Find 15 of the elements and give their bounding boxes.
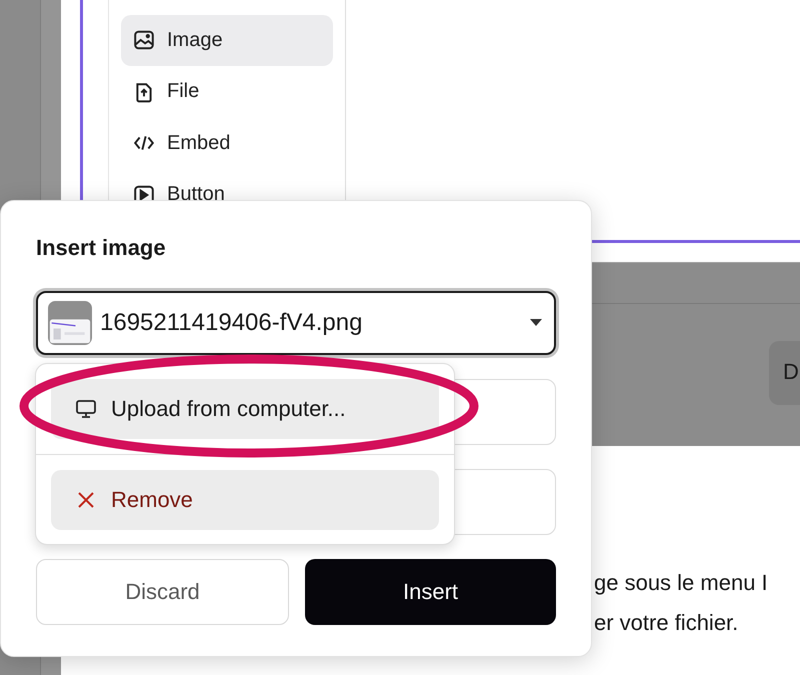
menu-item[interactable]: Embed [121,118,333,168]
file-select[interactable]: 1695211419406-fV4.png [36,291,556,355]
discard-button[interactable]: Discard [36,559,289,625]
image-icon [133,29,155,52]
menu-item[interactable]: File [121,66,333,117]
menu-item[interactable]: Image [121,15,333,66]
body-text: ge sous le menu I [594,570,768,596]
caret-icon [530,319,542,327]
dropdown-item[interactable]: Remove [51,470,439,530]
body-text: er votre fichier. [594,610,740,636]
dialog-title: Insert image [36,235,167,261]
monitor-icon [75,398,97,420]
toolbar-button[interactable]: D [769,341,800,405]
dropdown-item[interactable]: Upload from computer... [51,379,439,439]
insert-button[interactable]: Insert [305,559,556,625]
